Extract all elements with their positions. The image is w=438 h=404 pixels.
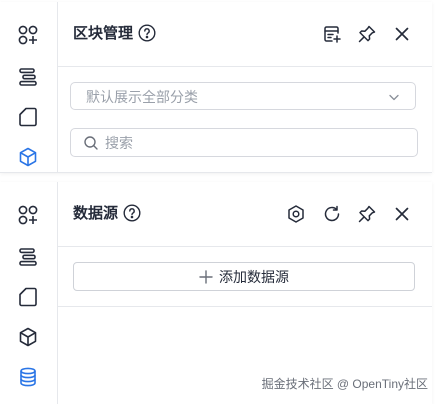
add-datasource-button[interactable]: 添加数据源: [73, 262, 415, 291]
left-rail: [0, 2, 58, 172]
search-icon: [84, 136, 98, 150]
block-management-panel: 区块管理 默认展示全部分类 搜索: [0, 2, 432, 173]
datasource-panel: 数据源 添加数据源: [0, 182, 432, 404]
category-select[interactable]: 默认展示全部分类: [70, 82, 416, 110]
panel-header: 数据源: [57, 182, 432, 247]
page-icon[interactable]: [17, 106, 39, 128]
panel-title: 数据源: [73, 205, 119, 222]
watermark: 掘金技术社区 @ OpenTiny社区: [261, 377, 428, 391]
search-placeholder: 搜索: [105, 135, 133, 151]
plus-icon: [199, 269, 213, 284]
add-category-icon[interactable]: [321, 23, 343, 45]
settings-icon[interactable]: [285, 203, 307, 225]
block-icon[interactable]: [17, 146, 39, 168]
outline-icon[interactable]: [17, 66, 39, 88]
help-icon[interactable]: [138, 24, 156, 42]
help-icon[interactable]: [123, 204, 141, 222]
pin-icon[interactable]: [356, 23, 378, 45]
add-datasource-label: 添加数据源: [219, 268, 289, 285]
refresh-icon[interactable]: [321, 203, 343, 225]
outline-icon[interactable]: [17, 246, 39, 268]
search-input[interactable]: 搜索: [70, 128, 418, 157]
chevron-down-icon: [389, 94, 399, 101]
block-icon[interactable]: [17, 326, 39, 348]
left-rail: [0, 182, 58, 404]
close-icon[interactable]: [391, 203, 413, 225]
datasource-icon[interactable]: [17, 366, 39, 388]
pin-icon[interactable]: [356, 203, 378, 225]
page-icon[interactable]: [17, 286, 39, 308]
panel-header: 区块管理: [57, 2, 432, 67]
components-icon[interactable]: [17, 204, 39, 226]
close-icon[interactable]: [391, 23, 413, 45]
panel-title: 区块管理: [73, 25, 134, 42]
divider: [57, 306, 432, 307]
category-select-value: 默认展示全部分类: [86, 89, 198, 105]
components-icon[interactable]: [17, 24, 39, 46]
